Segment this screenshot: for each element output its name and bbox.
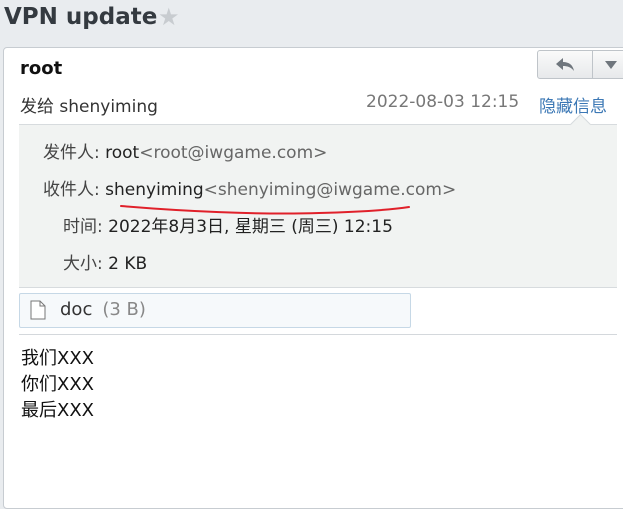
message-subject: VPN update [4,4,158,30]
size-value: 2 KB [108,254,148,274]
more-button[interactable] [593,51,623,78]
chevron-down-icon [604,60,617,69]
time-row: 时间: 2022年8月3日, 星期三 (周三) 12:15 [63,212,393,237]
header-details: 发件人: root<root@iwgame.com> 收件人: shenyimi… [19,113,617,288]
divider [19,334,617,335]
attachment-filename: doc [60,299,93,320]
message-date: 2022-08-03 12:15 [366,92,520,112]
details-caret [569,113,592,136]
from-name[interactable]: root [105,143,139,163]
from-label: 发件人: [43,143,100,163]
size-row: 大小: 2 KB [63,249,147,274]
reply-button[interactable] [538,51,593,78]
attachment-item[interactable]: doc (3 B) [19,293,411,328]
to-email[interactable]: <shenyiming@iwgame.com> [204,180,457,200]
sender-name[interactable]: root [20,58,62,79]
file-icon [30,300,46,320]
hide-details-link[interactable]: 隐藏信息 [539,92,607,117]
subject-bar: VPN update ★ [0,0,623,40]
star-icon[interactable]: ★ [158,3,180,31]
body-line: 最后XXX [21,400,94,421]
attachment-size: (3 B) [102,299,146,320]
recipient-summary: 发给 shenyiming [20,92,158,117]
attachment-name: doc (3 B) [60,299,146,320]
message-body: 我们XXX 你们XXX 最后XXX [21,346,94,424]
action-buttons [537,50,623,79]
body-line: 我们XXX [21,348,94,369]
body-line: 你们XXX [21,374,94,395]
recipient-name[interactable]: shenyiming [59,97,158,117]
to-label: 收件人: [43,180,100,200]
to-row: 收件人: shenyiming<shenyiming@iwgame.com> [43,175,456,200]
to-name[interactable]: shenyiming [105,180,204,200]
from-email[interactable]: <root@iwgame.com> [139,143,327,163]
reply-icon [556,57,574,71]
from-row: 发件人: root<root@iwgame.com> [43,138,327,163]
message-card: root 发给 shenyiming 2022-08-03 12:15 隐藏信息… [3,47,623,509]
time-value: 2022年8月3日, 星期三 (周三) 12:15 [108,217,393,237]
time-label: 时间: [63,217,103,237]
size-label: 大小: [63,254,103,274]
to-prefix: 发给 [20,97,54,117]
